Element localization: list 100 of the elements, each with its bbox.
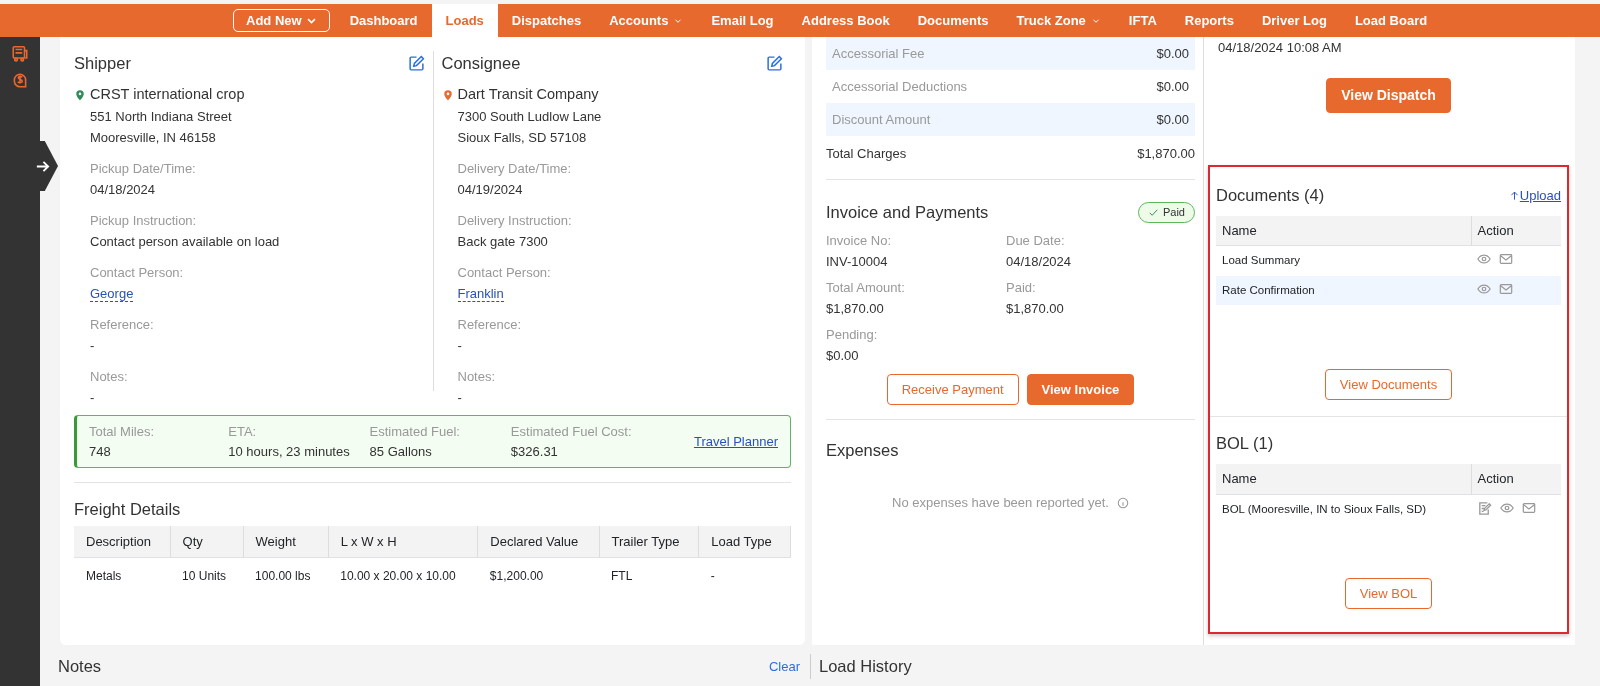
eye-icon[interactable] (1477, 281, 1491, 296)
charge-label: Accessorial Fee (832, 45, 925, 63)
nav-tab[interactable]: Accounts (595, 4, 698, 37)
travel-planner-link[interactable]: Travel Planner (693, 431, 778, 452)
nav-tab[interactable]: Dispatches (497, 4, 596, 37)
field-label: Contact Person: (457, 263, 552, 282)
field-value: - (90, 389, 95, 405)
field-value: $1,870.00 (826, 299, 885, 318)
column-header: Declared Value (477, 525, 599, 558)
column-header: Name (1216, 215, 1471, 246)
document-name: Rate Confirmation (1216, 275, 1471, 305)
field-label: Paid: (1006, 278, 1037, 297)
nav-tab[interactable]: Load Board (1340, 4, 1442, 37)
company-name: Dart Transit Company (457, 84, 599, 104)
view-bol-button[interactable]: View BOL (1344, 577, 1433, 610)
field-value: $1,870.00 (1006, 299, 1065, 318)
column-header: Weight (243, 525, 329, 558)
nav-tab[interactable]: Truck Zone (1002, 4, 1115, 37)
field-label: Pickup Date/Time: (90, 159, 197, 178)
upload-link[interactable]: Upload (1508, 185, 1561, 206)
nav-tab[interactable]: Dashboard (335, 4, 432, 37)
field-label: Pending: (826, 325, 879, 344)
field-value: 04/19/2024 (457, 181, 523, 197)
mail-icon[interactable] (1522, 500, 1536, 515)
column-header: Trailer Type (599, 525, 699, 558)
nav-tab[interactable]: Reports (1170, 4, 1248, 37)
field-label: Reference: (457, 315, 523, 334)
nav-tab[interactable]: Address Book (787, 4, 904, 37)
info-icon (1116, 496, 1129, 509)
charge-label: Discount Amount (832, 111, 931, 129)
total-amount: $1,870.00 (1137, 145, 1195, 163)
upload-icon (1508, 189, 1520, 201)
section-title: Invoice and Payments (826, 202, 989, 223)
column-header: Name (1216, 464, 1471, 494)
field-value: 85 Gallons (369, 442, 433, 461)
field-value: 10 hours, 23 minutes (228, 442, 351, 461)
field-value: - (457, 337, 462, 353)
column-header: L x W x H (328, 525, 478, 558)
address-line: Mooresville, IN 46158 (90, 128, 217, 147)
field-label: Contact Person: (90, 263, 185, 282)
contact-link[interactable]: George (90, 285, 134, 302)
dollar-tag-icon[interactable] (11, 71, 29, 89)
field-value: 04/18/2024 (90, 181, 156, 197)
field-value: 748 (89, 442, 112, 461)
nav-tab[interactable]: IFTA (1114, 4, 1171, 37)
charge-amount: $0.00 (1156, 78, 1189, 96)
paid-status-badge: Paid (1137, 202, 1195, 223)
field-label: Delivery Instruction: (457, 211, 573, 230)
view-documents-button[interactable]: View Documents (1324, 368, 1453, 401)
field-label: Delivery Date/Time: (457, 159, 573, 178)
invoice-button[interactable]: View Invoice (1026, 373, 1135, 406)
mail-icon[interactable] (1499, 281, 1513, 296)
column-header: Action (1471, 215, 1561, 246)
mail-icon[interactable] (1499, 252, 1513, 267)
table-cell: 10.00 x 20.00 x 10.00 (328, 557, 478, 595)
nav-tab[interactable]: Loads (431, 4, 498, 37)
field-label: Estimated Fuel Cost: (510, 423, 633, 441)
dispatch-timestamp: 04/18/2024 10:08 AM (1217, 39, 1343, 57)
empty-message: No expenses have been reported yet. (892, 494, 1109, 512)
total-label: Total Charges (826, 145, 907, 163)
invoice-button[interactable]: Receive Payment (886, 373, 1019, 406)
field-label: Reference: (90, 315, 155, 334)
add-new-button[interactable]: Add New (233, 8, 330, 33)
truck-icon[interactable] (11, 45, 29, 63)
field-label: Total Amount: (826, 278, 906, 297)
field-value: $326.31 (510, 442, 559, 461)
address-line: Sioux Falls, SD 57108 (457, 128, 588, 147)
field-label: Total Miles: (89, 423, 156, 441)
clear-link[interactable]: Clear (768, 656, 800, 677)
charge-amount: $0.00 (1156, 111, 1189, 129)
address-line: 7300 South Ludlow Lane (457, 107, 603, 126)
column-header: Load Type (698, 525, 791, 558)
column-header: Description (74, 525, 171, 558)
nav-tab[interactable]: Driver Log (1247, 4, 1341, 37)
nav-tab[interactable]: Documents (903, 4, 1003, 37)
section-title: BOL (1) (1216, 433, 1274, 455)
field-label: Invoice No: (826, 231, 893, 250)
section-title: Freight Details (74, 499, 182, 520)
field-value: 04/18/2024 (1006, 252, 1073, 271)
field-label: Notes: (90, 367, 129, 386)
view-dispatch-button[interactable]: View Dispatch (1326, 78, 1451, 113)
section-title: Notes (58, 656, 102, 678)
eye-icon[interactable] (1477, 252, 1491, 267)
table-cell: 100.00 lbs (243, 557, 329, 595)
section-title: Documents (4) (1216, 185, 1325, 206)
edit-icon[interactable] (766, 54, 783, 72)
field-label: Notes: (457, 367, 497, 386)
column-header: Qty (170, 525, 244, 558)
charge-amount: $0.00 (1156, 45, 1189, 63)
nav-tab[interactable]: Email Log (697, 4, 788, 37)
table-cell: $1,200.00 (477, 557, 599, 595)
field-value: - (90, 337, 95, 353)
arrow-right-icon (35, 159, 50, 174)
edit-document-icon[interactable] (1477, 500, 1492, 516)
eye-icon[interactable] (1500, 500, 1514, 515)
field-value: $0.00 (826, 346, 860, 365)
field-value: Back gate 7300 (457, 233, 548, 249)
contact-link[interactable]: Franklin (457, 285, 504, 302)
edit-icon[interactable] (407, 54, 425, 72)
address-line: 551 North Indiana Street (90, 107, 233, 126)
